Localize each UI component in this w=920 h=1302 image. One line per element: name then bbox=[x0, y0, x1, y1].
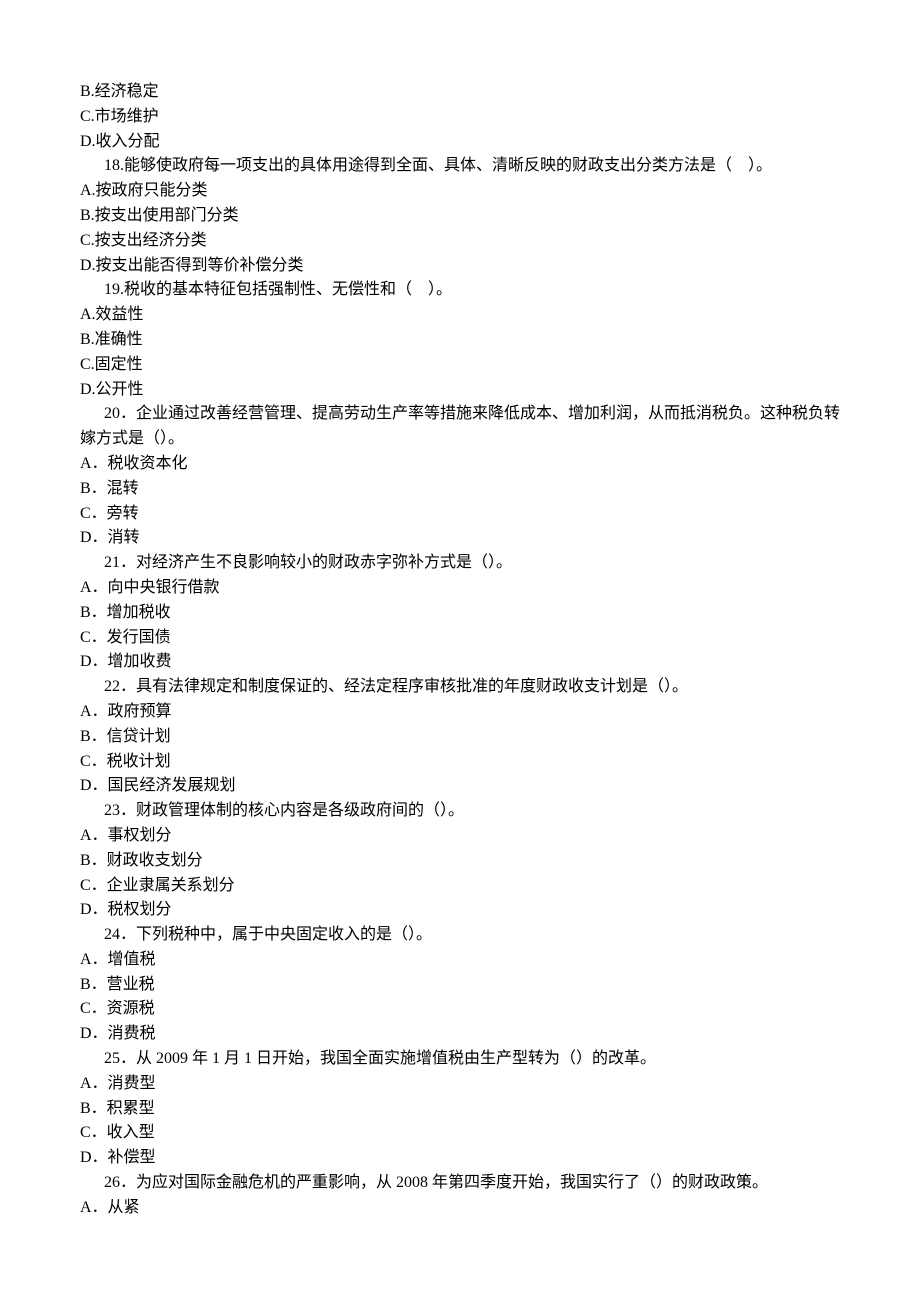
q21-option-c: C．发行国债 bbox=[80, 626, 840, 651]
q17-option-c: C.市场维护 bbox=[80, 105, 840, 130]
q23-option-d: D．税权划分 bbox=[80, 898, 840, 923]
q19-option-c: C.固定性 bbox=[80, 353, 840, 378]
q19-option-a: A.效益性 bbox=[80, 303, 840, 328]
q26-option-a: A．从紧 bbox=[80, 1196, 840, 1221]
q26-stem: 26．为应对国际金融危机的严重影响，从 2008 年第四季度开始，我国实行了（）… bbox=[80, 1171, 840, 1196]
q19-option-b: B.准确性 bbox=[80, 328, 840, 353]
q20-option-b: B．混转 bbox=[80, 477, 840, 502]
q25-option-b: B．积累型 bbox=[80, 1097, 840, 1122]
q23-option-a: A．事权划分 bbox=[80, 824, 840, 849]
q25-option-d: D．补偿型 bbox=[80, 1146, 840, 1171]
q22-stem: 22．具有法律规定和制度保证的、经法定程序审核批准的年度财政收支计划是（）。 bbox=[80, 675, 840, 700]
q18-option-d: D.按支出能否得到等价补偿分类 bbox=[80, 254, 840, 279]
q20-stem: 20．企业通过改善经营管理、提高劳动生产率等措施来降低成本、增加利润，从而抵消税… bbox=[80, 402, 840, 452]
q18-option-c: C.按支出经济分类 bbox=[80, 229, 840, 254]
q19-stem: 19.税收的基本特征包括强制性、无偿性和（ ）。 bbox=[80, 278, 840, 303]
q22-option-c: C．税收计划 bbox=[80, 750, 840, 775]
q21-stem: 21．对经济产生不良影响较小的财政赤字弥补方式是（）。 bbox=[80, 551, 840, 576]
q24-option-c: C．资源税 bbox=[80, 997, 840, 1022]
q25-stem: 25．从 2009 年 1 月 1 日开始，我国全面实施增值税由生产型转为（）的… bbox=[80, 1047, 840, 1072]
q19-option-d: D.公开性 bbox=[80, 378, 840, 403]
q20-option-c: C．旁转 bbox=[80, 502, 840, 527]
q23-option-b: B．财政收支划分 bbox=[80, 849, 840, 874]
q24-option-d: D．消费税 bbox=[80, 1022, 840, 1047]
q22-option-b: B．信贷计划 bbox=[80, 725, 840, 750]
q18-stem: 18.能够使政府每一项支出的具体用途得到全面、具体、清晰反映的财政支出分类方法是… bbox=[80, 154, 840, 179]
q25-option-a: A．消费型 bbox=[80, 1072, 840, 1097]
q21-option-b: B．增加税收 bbox=[80, 601, 840, 626]
q21-option-d: D．增加收费 bbox=[80, 650, 840, 675]
q22-option-a: A．政府预算 bbox=[80, 700, 840, 725]
q20-option-d: D．消转 bbox=[80, 526, 840, 551]
q21-option-a: A．向中央银行借款 bbox=[80, 576, 840, 601]
q23-option-c: C．企业隶属关系划分 bbox=[80, 874, 840, 899]
q24-stem: 24．下列税种中，属于中央固定收入的是（）。 bbox=[80, 923, 840, 948]
q18-option-b: B.按支出使用部门分类 bbox=[80, 204, 840, 229]
q24-option-a: A．增值税 bbox=[80, 948, 840, 973]
q24-option-b: B．营业税 bbox=[80, 973, 840, 998]
q23-stem: 23．财政管理体制的核心内容是各级政府间的（）。 bbox=[80, 799, 840, 824]
q22-option-d: D．国民经济发展规划 bbox=[80, 774, 840, 799]
q18-option-a: A.按政府只能分类 bbox=[80, 179, 840, 204]
q25-option-c: C．收入型 bbox=[80, 1121, 840, 1146]
q17-option-d: D.收入分配 bbox=[80, 130, 840, 155]
q17-option-b: B.经济稳定 bbox=[80, 80, 840, 105]
q20-option-a: A．税收资本化 bbox=[80, 452, 840, 477]
